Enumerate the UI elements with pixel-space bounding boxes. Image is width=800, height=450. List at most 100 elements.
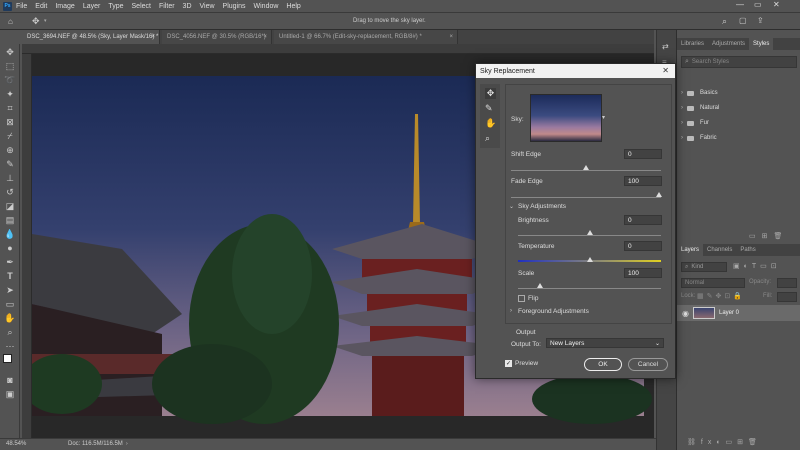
- crop-tool-icon[interactable]: ⌗: [4, 102, 16, 114]
- chevron-down-icon[interactable]: ▾: [44, 18, 47, 24]
- search-icon[interactable]: ⌕: [722, 16, 727, 27]
- chevron-down-icon[interactable]: ▾: [602, 114, 605, 121]
- sky-adjustments-label[interactable]: Sky Adjustments: [518, 203, 566, 210]
- healing-brush-tool-icon[interactable]: ⊕: [4, 144, 16, 156]
- eraser-tool-icon[interactable]: ◪: [4, 200, 16, 212]
- tab-adjustments[interactable]: Adjustments: [708, 38, 749, 50]
- blur-tool-icon[interactable]: 💧: [4, 228, 16, 240]
- blend-mode-select[interactable]: Normal: [681, 278, 745, 288]
- chevron-right-icon[interactable]: ›: [510, 308, 512, 314]
- menu-edit[interactable]: Edit: [35, 3, 47, 10]
- share-icon[interactable]: ⇪: [757, 16, 764, 25]
- minimize-icon[interactable]: —: [736, 0, 744, 9]
- cancel-button[interactable]: Cancel: [628, 358, 668, 371]
- brightness-thumb[interactable]: [587, 230, 593, 235]
- rectangle-tool-icon[interactable]: ▭: [4, 298, 16, 310]
- output-to-select[interactable]: New Layers ⌄: [546, 338, 664, 348]
- tab-dsc-4056[interactable]: DSC_4056.NEF @ 30.5% (RGB/16*) ×: [162, 30, 272, 44]
- scale-thumb[interactable]: [537, 283, 543, 288]
- history-panel-icon[interactable]: ⇄: [662, 42, 669, 51]
- path-selection-tool-icon[interactable]: ➤: [4, 284, 16, 296]
- tab-channels[interactable]: Channels: [703, 244, 736, 256]
- close-tab-icon[interactable]: ×: [449, 34, 453, 40]
- sky-brush-tool-icon[interactable]: ✎: [485, 103, 493, 114]
- layer-filter-select[interactable]: ⌕ Kind: [681, 262, 727, 272]
- close-tab-icon[interactable]: ×: [151, 34, 155, 40]
- sky-move-tool-icon[interactable]: ✥: [485, 88, 496, 99]
- eyedropper-tool-icon[interactable]: ⌿: [4, 130, 16, 142]
- menu-3d[interactable]: 3D: [183, 3, 192, 10]
- opacity-field[interactable]: [777, 278, 797, 288]
- ok-button[interactable]: OK: [584, 358, 622, 371]
- sky-preset-thumbnail[interactable]: [530, 94, 602, 142]
- history-brush-tool-icon[interactable]: ↺: [4, 186, 16, 198]
- tab-styles[interactable]: Styles: [749, 38, 774, 50]
- fade-edge-thumb[interactable]: [656, 192, 662, 197]
- preview-checkbox[interactable]: ✓: [505, 360, 512, 367]
- style-group-fur[interactable]: › Fur: [681, 117, 709, 129]
- layer-filter-icons[interactable]: ▣◐T▭⊡: [733, 262, 781, 270]
- brightness-input[interactable]: 0: [624, 215, 662, 225]
- close-window-icon[interactable]: ✕: [773, 0, 780, 9]
- move-tool-option-icon[interactable]: ✥: [32, 16, 40, 27]
- quick-mask-icon[interactable]: ◙: [4, 374, 16, 386]
- home-icon[interactable]: ⌂: [8, 17, 13, 26]
- chevron-down-icon[interactable]: ⌄: [509, 203, 514, 210]
- zoom-tool-icon[interactable]: ⌕: [485, 133, 490, 144]
- type-tool-icon[interactable]: T: [4, 270, 16, 282]
- menu-image[interactable]: Image: [55, 3, 74, 10]
- eye-icon[interactable]: ◉: [682, 309, 689, 318]
- fade-edge-input[interactable]: 100: [624, 176, 662, 186]
- shift-edge-slider[interactable]: [511, 170, 661, 171]
- close-icon[interactable]: ✕: [662, 66, 669, 75]
- layer-row[interactable]: ◉ Layer 0: [677, 305, 800, 321]
- close-tab-icon[interactable]: ×: [263, 34, 267, 40]
- foreground-adjustments-label[interactable]: Foreground Adjustments: [518, 308, 589, 315]
- menu-window[interactable]: Window: [254, 3, 279, 10]
- menu-select[interactable]: Select: [132, 3, 151, 10]
- scale-slider[interactable]: [518, 288, 661, 289]
- tab-paths[interactable]: Paths: [736, 244, 759, 256]
- magic-wand-tool-icon[interactable]: ✦: [4, 88, 16, 100]
- tab-libraries[interactable]: Libraries: [677, 38, 708, 50]
- hand-tool-icon[interactable]: ✋: [4, 312, 16, 324]
- fade-edge-slider[interactable]: [511, 197, 661, 198]
- flip-checkbox[interactable]: [518, 295, 525, 302]
- lasso-tool-icon[interactable]: ➰: [4, 74, 16, 86]
- temperature-input[interactable]: 0: [624, 241, 662, 251]
- chevron-right-icon[interactable]: ›: [126, 441, 128, 447]
- styles-panel-footer-icons[interactable]: ▭⊞🗑: [749, 232, 788, 240]
- style-group-fabric[interactable]: › Fabric: [681, 132, 717, 144]
- tab-dsc-3694[interactable]: DSC_3694.NEF @ 48.5% (Sky, Layer Mask/16…: [22, 30, 160, 44]
- menu-plugins[interactable]: Plugins: [223, 3, 246, 10]
- hand-tool-icon[interactable]: ✋: [485, 118, 496, 129]
- lock-icons[interactable]: ▦✎✥⊡🔒: [697, 292, 745, 300]
- gradient-tool-icon[interactable]: ▤: [4, 214, 16, 226]
- style-group-basics[interactable]: › Basics: [681, 87, 718, 99]
- style-group-natural[interactable]: › Natural: [681, 102, 719, 114]
- pen-tool-icon[interactable]: ✒: [4, 256, 16, 268]
- menu-file[interactable]: File: [16, 3, 27, 10]
- temperature-thumb[interactable]: [587, 257, 593, 262]
- brightness-slider[interactable]: [518, 235, 661, 236]
- more-tools-icon[interactable]: ⋯: [4, 340, 16, 352]
- maximize-icon[interactable]: ▭: [754, 0, 762, 9]
- shift-edge-input[interactable]: 0: [624, 149, 662, 159]
- screen-mode-icon[interactable]: ▣: [4, 388, 16, 400]
- menu-help[interactable]: Help: [286, 3, 300, 10]
- menu-type[interactable]: Type: [108, 3, 123, 10]
- styles-search-field[interactable]: ⌕ Search Styles: [681, 56, 797, 68]
- clone-stamp-tool-icon[interactable]: ⊥: [4, 172, 16, 184]
- tab-layers[interactable]: Layers: [677, 244, 704, 256]
- frame-tool-icon[interactable]: ⊠: [4, 116, 16, 128]
- tab-untitled-1[interactable]: Untitled-1 @ 66.7% (Edit-sky-replacement…: [274, 30, 458, 44]
- menu-view[interactable]: View: [200, 3, 215, 10]
- marquee-tool-icon[interactable]: ⬚: [4, 60, 16, 72]
- brush-tool-icon[interactable]: ✎: [4, 158, 16, 170]
- zoom-tool-icon[interactable]: ⌕: [4, 326, 16, 338]
- fill-field[interactable]: [777, 292, 797, 302]
- move-tool-icon[interactable]: ✥: [4, 46, 16, 58]
- zoom-level[interactable]: 48.54%: [6, 441, 26, 447]
- scale-input[interactable]: 100: [624, 268, 662, 278]
- menu-layer[interactable]: Layer: [83, 3, 101, 10]
